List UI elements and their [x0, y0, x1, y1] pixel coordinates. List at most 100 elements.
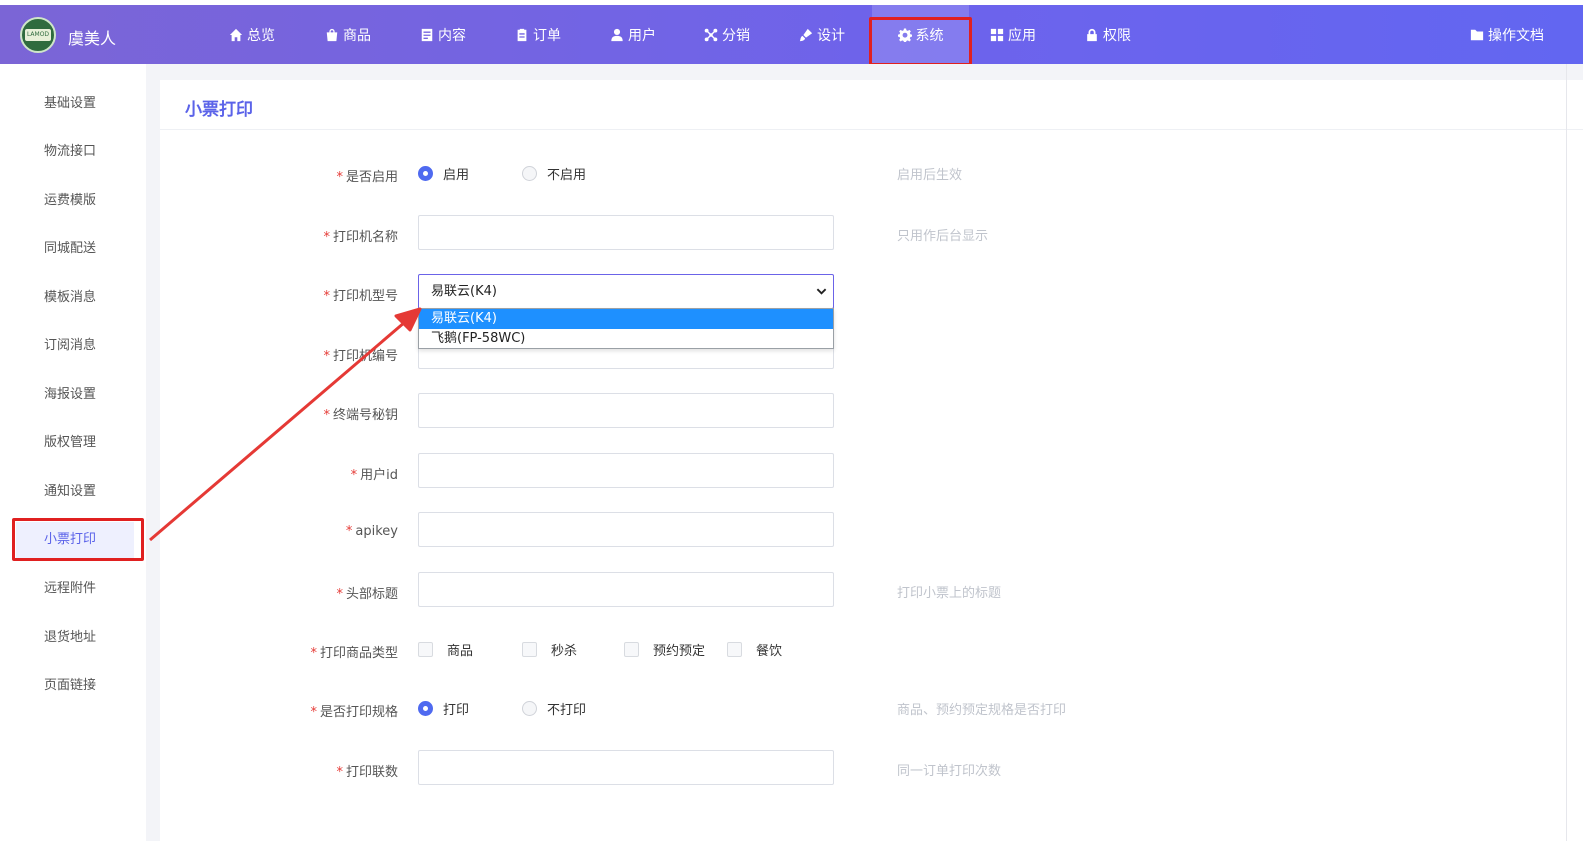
nav-design[interactable]: 设计 [799, 5, 845, 64]
header-title-input[interactable] [418, 572, 834, 607]
user-id-input[interactable] [418, 453, 834, 488]
radio-label: 不打印 [547, 703, 587, 718]
print-spec-radio-on[interactable]: 打印 [418, 699, 469, 718]
printer-name-input[interactable] [418, 215, 834, 250]
sidebar-item-poster[interactable]: 海报设置 [0, 383, 146, 407]
sidebar-item-template-msg[interactable]: 模板消息 [0, 286, 146, 310]
enable-label: * 是否启用 [336, 170, 398, 185]
required-mark: * [323, 289, 330, 304]
checkbox-label: 秒杀 [551, 644, 578, 659]
copies-hint: 同一订单打印次数 [897, 764, 1002, 779]
scrollbar-track [1566, 64, 1567, 841]
radio-label: 打印 [443, 703, 470, 718]
nav-content[interactable]: 内容 [420, 5, 466, 64]
nav-permissions[interactable]: 权限 [1085, 5, 1131, 64]
goods-type-label: * 打印商品类型 [310, 646, 398, 661]
radio-checked [418, 701, 433, 716]
nav-label: 内容 [438, 27, 466, 44]
lock-icon [1087, 28, 1097, 41]
title-divider [160, 129, 1583, 130]
required-mark: * [336, 765, 343, 780]
checkbox-label: 餐饮 [756, 644, 783, 659]
bag-icon [326, 28, 338, 41]
brand-logo[interactable]: LAMOD [20, 17, 56, 53]
brand-name: 虞美人 [68, 29, 117, 48]
folder-icon [1470, 29, 1484, 40]
sidebar-item-remote-attach[interactable]: 远程附件 [0, 577, 146, 601]
nav-goods[interactable]: 商品 [325, 5, 371, 64]
nav-label: 权限 [1103, 27, 1131, 44]
goods-type-check-goods[interactable]: 商品 [418, 640, 473, 659]
document-icon [421, 28, 433, 41]
home-icon [229, 28, 243, 41]
copies-input[interactable] [418, 750, 834, 785]
network-icon [704, 28, 718, 41]
enable-radio-on[interactable]: 启用 [418, 164, 469, 183]
select-value: 易联云(K4) [431, 284, 497, 299]
nav-label: 订单 [533, 27, 561, 44]
required-mark: * [323, 230, 330, 245]
sidebar-item-logistics[interactable]: 物流接口 [0, 140, 146, 164]
chevron-down-icon [816, 288, 827, 295]
goods-type-check-booking[interactable]: 预约预定 [624, 640, 705, 659]
sidebar-item-notify[interactable]: 通知设置 [0, 480, 146, 504]
radio-label: 不启用 [547, 168, 587, 183]
checkbox-label: 预约预定 [653, 644, 706, 659]
sidebar-item-copyright[interactable]: 版权管理 [0, 431, 146, 455]
sidebar-item-receipt-print[interactable]: 小票打印 [16, 522, 134, 558]
print-spec-label: * 是否打印规格 [310, 705, 398, 720]
enable-radio-off[interactable]: 不启用 [522, 164, 586, 183]
nav-label: 应用 [1008, 27, 1036, 44]
radio-label: 启用 [443, 168, 470, 183]
sidebar-item-basic[interactable]: 基础设置 [0, 92, 146, 116]
checkbox [727, 642, 742, 657]
sidebar-item-page-links[interactable]: 页面链接 [0, 674, 146, 698]
docs-label: 操作文档 [1488, 27, 1544, 44]
checkbox [624, 642, 639, 657]
apikey-input[interactable] [418, 512, 834, 547]
terminal-key-input[interactable] [418, 393, 834, 428]
page-title: 小票打印 [185, 100, 253, 120]
sidebar: 基础设置 物流接口 运费模版 同城配送 模板消息 订阅消息 海报设置 版权管理 … [0, 64, 146, 841]
required-mark: * [310, 705, 317, 720]
print-spec-radio-off[interactable]: 不打印 [522, 699, 586, 718]
goods-type-check-catering[interactable]: 餐饮 [727, 640, 782, 659]
dropdown-option-yilianyun[interactable]: 易联云(K4) [419, 309, 833, 329]
user-icon [611, 28, 623, 41]
required-mark: * [310, 646, 317, 661]
required-mark: * [323, 408, 330, 423]
nav-system[interactable]: 系统 [872, 5, 969, 64]
print-spec-hint: 商品、预约预定规格是否打印 [897, 703, 1067, 718]
header-title-hint: 打印小票上的标题 [897, 586, 1002, 601]
sidebar-item-return-address[interactable]: 退货地址 [0, 626, 146, 650]
sidebar-item-city-delivery[interactable]: 同城配送 [0, 237, 146, 261]
gear-icon [897, 27, 912, 42]
nav-overview[interactable]: 总览 [229, 5, 275, 64]
sidebar-item-freight[interactable]: 运费模版 [0, 189, 146, 213]
required-mark: * [323, 349, 330, 364]
content-card [160, 80, 1583, 841]
nav-orders[interactable]: 订单 [515, 5, 561, 64]
clipboard-icon [517, 28, 527, 41]
nav-label: 商品 [343, 27, 371, 44]
printer-model-select[interactable]: 易联云(K4) [418, 274, 834, 309]
docs-link[interactable]: 操作文档 [1470, 5, 1544, 64]
header-title-label: * 头部标题 [336, 587, 398, 602]
nav-distribution[interactable]: 分销 [704, 5, 750, 64]
goods-type-check-flash[interactable]: 秒杀 [522, 640, 577, 659]
radio-checked [418, 166, 433, 181]
checkbox [522, 642, 537, 657]
printer-name-label: * 打印机名称 [323, 230, 398, 245]
nav-users[interactable]: 用户 [610, 5, 656, 64]
dropdown-option-feie[interactable]: 飞鹅(FP-58WC) [419, 329, 833, 349]
sidebar-item-subscribe-msg[interactable]: 订阅消息 [0, 334, 146, 358]
logo-text: LAMOD [25, 29, 51, 41]
nav-apps[interactable]: 应用 [990, 5, 1036, 64]
user-id-label: * 用户id [350, 468, 398, 483]
nav-label: 用户 [628, 27, 656, 44]
printer-name-hint: 只用作后台显示 [897, 229, 989, 244]
brush-icon [799, 28, 813, 41]
required-mark: * [336, 170, 343, 185]
required-mark: * [336, 587, 343, 602]
apikey-label: * apikey [345, 524, 398, 539]
